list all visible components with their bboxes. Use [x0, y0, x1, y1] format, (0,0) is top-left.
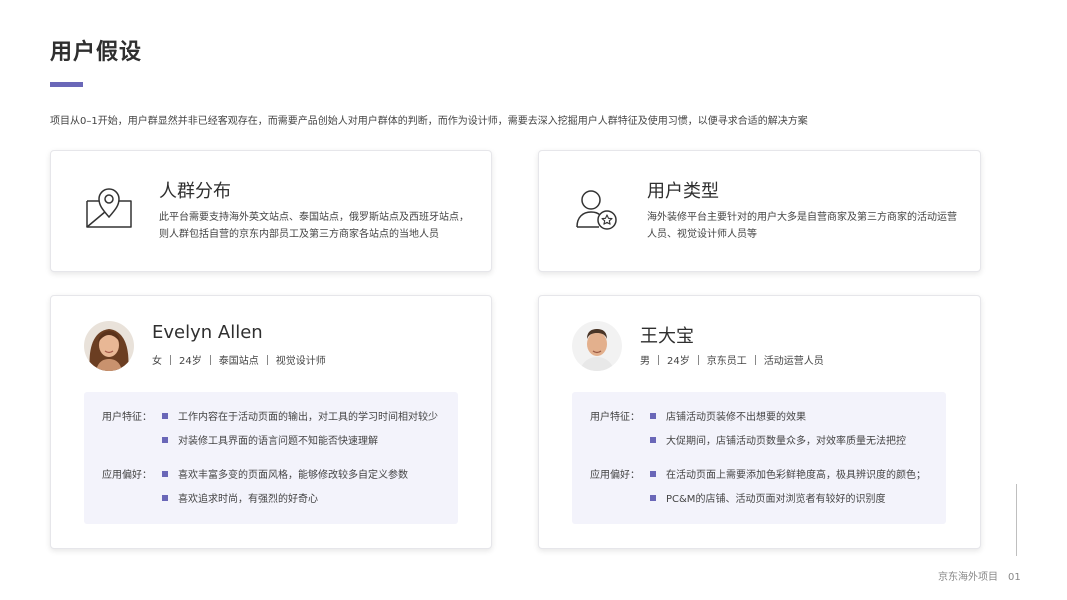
preferences-label: 应用偏好：	[102, 470, 152, 481]
persona-role: 活动运营人员	[763, 356, 824, 367]
card-heading: 用户类型	[647, 181, 719, 202]
preferences-label: 应用偏好：	[590, 470, 640, 481]
bullet-square-icon	[650, 471, 656, 477]
persona-name: Evelyn Allen	[152, 322, 263, 343]
footer: 京东海外项目 01	[938, 568, 1021, 583]
trait-item: 工作内容在于活动页面的输出，对工具的学习时间相对较少	[162, 408, 438, 423]
bullet-square-icon	[162, 471, 168, 477]
card-population-distribution: 人群分布 此平台需要支持海外英文站点、泰国站点，俄罗斯站点及西班牙站点，则人群包…	[50, 150, 492, 272]
card-heading: 人群分布	[159, 181, 231, 202]
persona-details-panel: 用户特征： 工作内容在于活动页面的输出，对工具的学习时间相对较少 对装修工具界面…	[84, 392, 458, 524]
persona-card-evelyn: Evelyn Allen 女 24岁 泰国站点 视觉设计师 用户特征： 工作内容在于活…	[50, 295, 492, 549]
footer-project: 京东海外项目	[938, 572, 998, 583]
persona-card-wang: 王大宝 男 24岁 京东员工 活动运营人员 用户特征： 店铺活动页装修不出想要的效果 …	[538, 295, 981, 549]
meta-divider	[266, 355, 268, 365]
preference-item: 喜欢追求时尚，有强烈的好奇心	[162, 490, 318, 505]
persona-gender: 女	[152, 356, 162, 367]
page-title: 用户假设	[50, 40, 143, 65]
persona-location: 泰国站点	[218, 356, 259, 367]
bullet-square-icon	[650, 437, 656, 443]
traits-label: 用户特征：	[590, 412, 640, 423]
bullet-square-icon	[650, 495, 656, 501]
meta-divider	[697, 355, 699, 365]
avatar	[572, 321, 622, 371]
traits-label: 用户特征：	[102, 412, 152, 423]
trait-item: 对装修工具界面的语言问题不知能否快速理解	[162, 432, 378, 447]
bullet-square-icon	[162, 413, 168, 419]
preference-item: PC&M的店铺、活动页面对浏览者有较好的识别度	[650, 490, 885, 505]
footer-divider-line	[1016, 484, 1017, 556]
avatar	[84, 321, 134, 371]
meta-divider	[170, 355, 171, 365]
title-accent-bar	[50, 82, 83, 87]
bullet-square-icon	[650, 413, 656, 419]
persona-age: 24岁	[179, 356, 202, 367]
persona-meta: 男 24岁 京东员工 活动运营人员	[640, 352, 824, 367]
map-pin-icon	[85, 187, 133, 231]
persona-age: 24岁	[667, 356, 690, 367]
bullet-square-icon	[162, 437, 168, 443]
page-number: 01	[1008, 572, 1021, 583]
persona-meta: 女 24岁 泰国站点 视觉设计师	[152, 352, 326, 367]
card-user-type: 用户类型 海外装修平台主要针对的用户大多是自营商家及第三方商家的活动运营人员、视…	[538, 150, 981, 272]
trait-item: 大促期间，店铺活动页数量众多，对效率质量无法把控	[650, 432, 906, 447]
persona-location: 京东员工	[706, 356, 747, 367]
meta-divider	[754, 355, 756, 365]
bullet-square-icon	[162, 495, 168, 501]
persona-name: 王大宝	[640, 326, 694, 347]
meta-divider	[209, 355, 211, 365]
card-text: 海外装修平台主要针对的用户大多是自营商家及第三方商家的活动运营人员、视觉设计师人…	[647, 212, 957, 240]
persona-gender: 男	[640, 356, 650, 367]
user-star-icon	[573, 187, 621, 231]
persona-details-panel: 用户特征： 店铺活动页装修不出想要的效果 大促期间，店铺活动页数量众多，对效率质…	[572, 392, 946, 524]
trait-item: 店铺活动页装修不出想要的效果	[650, 408, 806, 423]
preference-item: 在活动页面上需要添加色彩鲜艳度高，极具辨识度的颜色；	[650, 466, 926, 481]
card-text: 此平台需要支持海外英文站点、泰国站点，俄罗斯站点及西班牙站点，则人群包括自营的京…	[159, 212, 469, 240]
intro-text: 项目从0–1开始，用户群显然并非已经客观存在，而需要产品创始人对用户群体的判断，…	[50, 116, 808, 127]
persona-role: 视觉设计师	[275, 356, 326, 367]
meta-divider	[658, 355, 659, 365]
preference-item: 喜欢丰富多变的页面风格，能够修改较多自定义参数	[162, 466, 408, 481]
